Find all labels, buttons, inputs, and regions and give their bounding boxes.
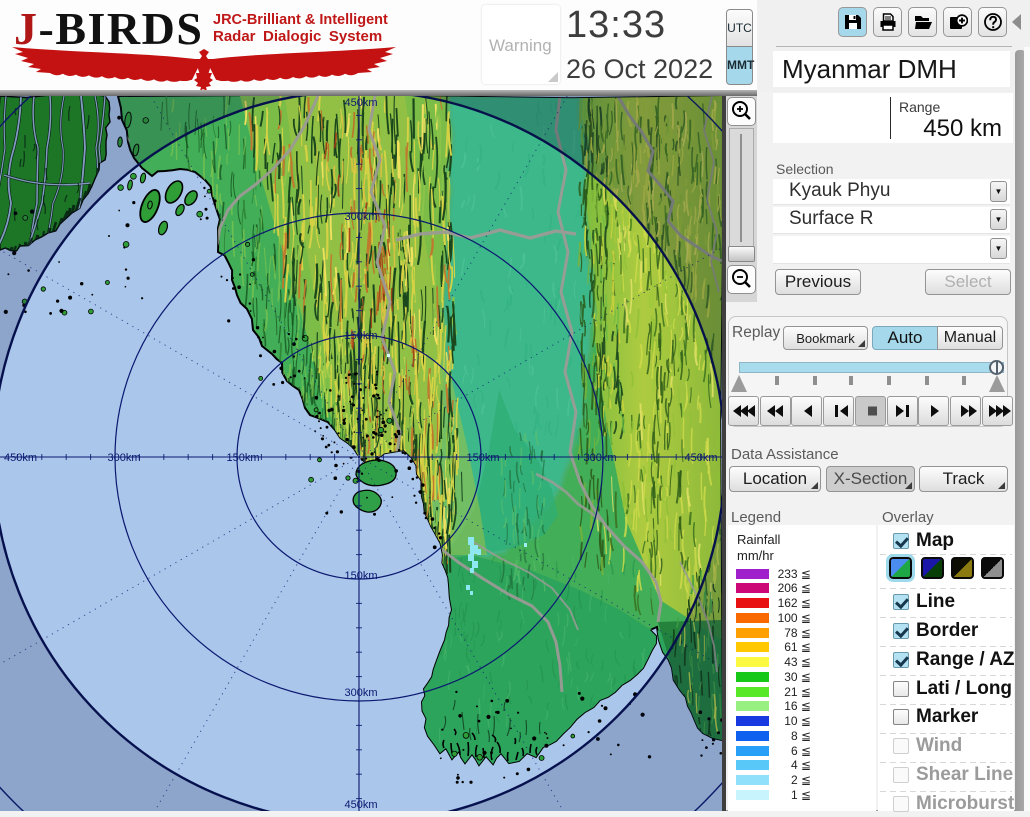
svg-text:JRC-Brilliant & Intelligent: JRC-Brilliant & Intelligent bbox=[213, 12, 388, 28]
svg-text:150km: 150km bbox=[466, 452, 499, 464]
svg-text:300km: 300km bbox=[344, 687, 377, 699]
svg-text:J-BIRDS: J-BIRDS bbox=[14, 3, 203, 54]
svg-text:150km: 150km bbox=[344, 330, 377, 342]
svg-text:300km: 300km bbox=[583, 452, 616, 464]
svg-text:450km: 450km bbox=[344, 799, 377, 811]
svg-text:450km: 450km bbox=[684, 452, 717, 464]
svg-text:150km: 150km bbox=[344, 570, 377, 582]
svg-text:150km: 150km bbox=[226, 452, 259, 464]
svg-text:Radar Dialogic System: Radar Dialogic System bbox=[213, 28, 382, 45]
svg-text:450km: 450km bbox=[4, 452, 37, 464]
svg-text:450km: 450km bbox=[344, 97, 377, 109]
svg-text:300km: 300km bbox=[344, 211, 377, 223]
svg-text:300km: 300km bbox=[107, 452, 140, 464]
